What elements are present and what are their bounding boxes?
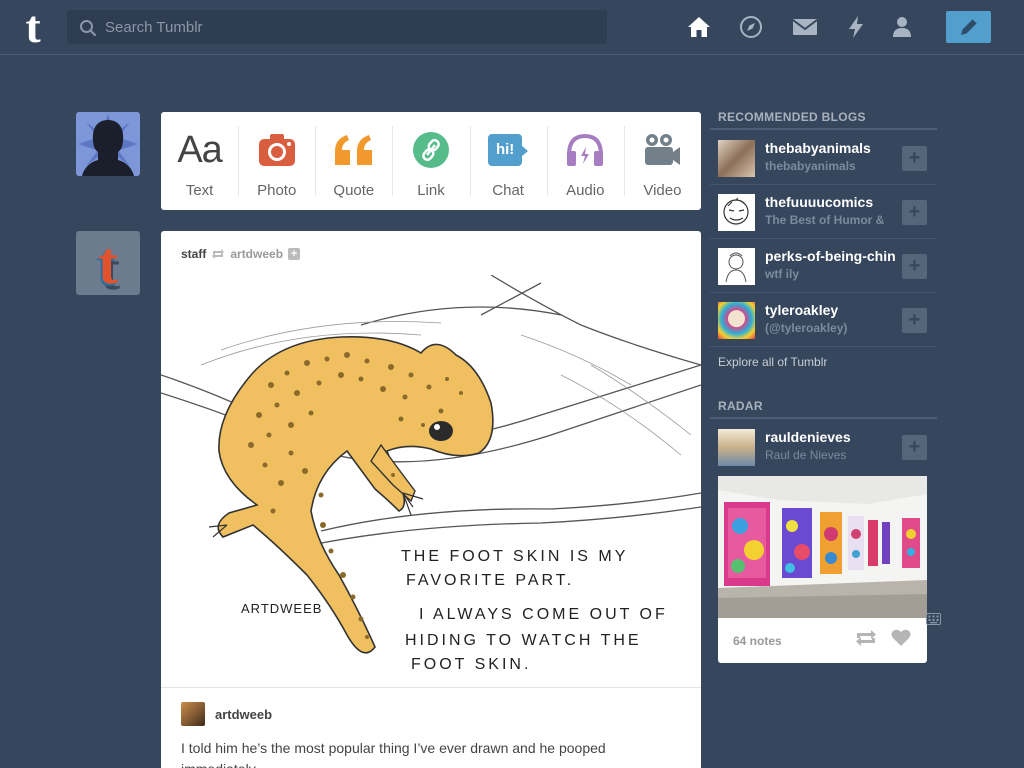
blog-subtitle: The Best of Humor &	[765, 213, 885, 227]
messages-envelope-icon[interactable]	[792, 14, 818, 40]
art-text-line-2: FAVORITE PART.	[406, 572, 574, 589]
post-type-link-label: Link	[417, 182, 445, 199]
radar-post-actions	[855, 629, 911, 647]
post-type-text-label: Text	[185, 182, 214, 199]
radar-title: RADAR	[718, 399, 763, 413]
post-type-photo-label: Photo	[257, 182, 297, 199]
radar-blog-name[interactable]: rauldenieves	[765, 429, 900, 445]
radar-blog-subtitle: Raul de Nieves	[765, 448, 847, 462]
follow-reblog-source-button[interactable]: +	[288, 248, 301, 260]
blog-subtitle: wtf ily	[765, 267, 800, 281]
post-type-quote[interactable]: Quote	[315, 112, 392, 210]
follow-button[interactable]: +	[902, 254, 927, 279]
art-text-line-4: HIDING TO WATCH THE	[405, 632, 642, 649]
art-text-line-1: THE FOOT SKIN IS MY	[401, 548, 628, 565]
search-icon	[80, 20, 97, 37]
recommended-rule	[710, 128, 937, 130]
headphones-icon	[565, 130, 605, 170]
reblog-icon[interactable]	[855, 629, 877, 647]
video-camera-icon	[642, 130, 682, 170]
radar-rule	[710, 417, 937, 419]
blog-name[interactable]: perks-of-being-chin	[765, 248, 900, 264]
recommended-blog-item[interactable]: thebabyanimals thebabyanimals +	[710, 131, 937, 185]
keyboard-shortcuts-icon[interactable]	[926, 612, 941, 630]
recommended-blog-item[interactable]: perks-of-being-chin wtf ily +	[710, 239, 937, 293]
radar-post-card: 64 notes	[718, 476, 927, 663]
art-text-line-5: FOOT SKIN.	[411, 656, 531, 673]
post-type-bar: Aa Text Photo Quote Link hi! Chat Audio …	[161, 112, 701, 210]
post-type-quote-label: Quote	[333, 182, 375, 199]
radar-blog-item[interactable]: rauldenieves Raul de Nieves +	[710, 420, 937, 474]
blog-avatar[interactable]	[718, 140, 755, 177]
post-divider	[161, 687, 701, 688]
tumblr-logo[interactable]: t	[15, 4, 51, 50]
recommended-blog-item[interactable]: tyleroakley (@tyleroakley) +	[710, 293, 937, 347]
art-signature: ARTDWEEB	[241, 601, 322, 616]
art-text-line-3: I ALWAYS COME OUT OF	[419, 606, 668, 623]
staff-blog-avatar[interactable]: t t t	[76, 231, 140, 295]
blog-subtitle: thebabyanimals	[765, 159, 856, 173]
text-aa-icon: Aa	[177, 128, 222, 171]
blog-name[interactable]: tyleroakley	[765, 302, 900, 318]
gecko-illustration: ARTDWEEB THE FOOT SKIN IS MY FAVORITE PA…	[161, 275, 701, 673]
top-navigation-bar: t	[0, 0, 1024, 55]
quote-icon	[333, 130, 375, 170]
radar-gallery-photo[interactable]	[718, 476, 927, 618]
camera-icon	[258, 130, 296, 170]
post-type-chat-label: Chat	[492, 182, 524, 199]
post-header: staff artdweeb +	[181, 246, 301, 262]
blog-name[interactable]: thebabyanimals	[765, 140, 900, 156]
link-icon	[412, 130, 450, 170]
post-caption: I told him he’s the most popular thing I…	[181, 740, 606, 768]
follow-button[interactable]: +	[902, 200, 927, 225]
post-type-audio-label: Audio	[566, 182, 605, 199]
post-type-audio[interactable]: Audio	[546, 112, 624, 210]
blog-name[interactable]: thefuuuucomics	[765, 194, 900, 210]
radar-notes-count[interactable]: 64 notes	[733, 634, 782, 648]
svg-text:t: t	[98, 231, 118, 295]
follow-button[interactable]: +	[902, 146, 927, 171]
blog-subtitle: (@tyleroakley)	[765, 321, 848, 335]
follow-button[interactable]: +	[902, 308, 927, 333]
chat-bubble-icon: hi!	[488, 130, 529, 170]
home-icon[interactable]	[686, 14, 712, 40]
explore-all-link[interactable]: Explore all of Tumblr	[718, 355, 827, 369]
search-input[interactable]	[105, 10, 595, 44]
post-author-link[interactable]: staff	[181, 247, 206, 261]
post-type-chat[interactable]: hi! Chat	[469, 112, 547, 210]
blog-avatar[interactable]	[718, 248, 755, 285]
blog-avatar[interactable]	[718, 194, 755, 231]
reblog-icon	[212, 249, 225, 259]
reblog-source-link[interactable]: artdweeb	[230, 247, 283, 261]
recommended-blogs-title: RECOMMENDED BLOGS	[718, 110, 866, 124]
compose-post-button[interactable]	[946, 11, 991, 43]
heart-like-icon[interactable]	[891, 629, 911, 647]
recommended-blog-item[interactable]: thefuuuucomics The Best of Humor & +	[710, 185, 937, 239]
post-type-link[interactable]: Link	[392, 112, 469, 210]
dashboard-post: staff artdweeb + ARTDWEEB THE FOOT SKIN …	[161, 231, 701, 768]
post-type-video[interactable]: Video	[623, 112, 701, 210]
reblogger-avatar[interactable]	[181, 702, 205, 726]
activity-bolt-icon[interactable]	[843, 14, 869, 40]
user-avatar[interactable]	[76, 112, 140, 176]
post-type-video-label: Video	[643, 182, 682, 199]
explore-compass-icon[interactable]	[738, 14, 764, 40]
pencil-icon	[960, 18, 977, 35]
reblog-trail-entry: artdweeb	[181, 702, 272, 726]
blog-avatar[interactable]	[718, 302, 755, 339]
search-box[interactable]	[67, 10, 607, 44]
follow-button[interactable]: +	[902, 435, 927, 460]
account-person-icon[interactable]	[889, 14, 915, 40]
post-type-photo[interactable]: Photo	[238, 112, 315, 210]
post-type-text[interactable]: Aa Text	[161, 112, 238, 210]
reblogger-name-link[interactable]: artdweeb	[215, 707, 272, 722]
radar-blog-avatar[interactable]	[718, 429, 755, 466]
